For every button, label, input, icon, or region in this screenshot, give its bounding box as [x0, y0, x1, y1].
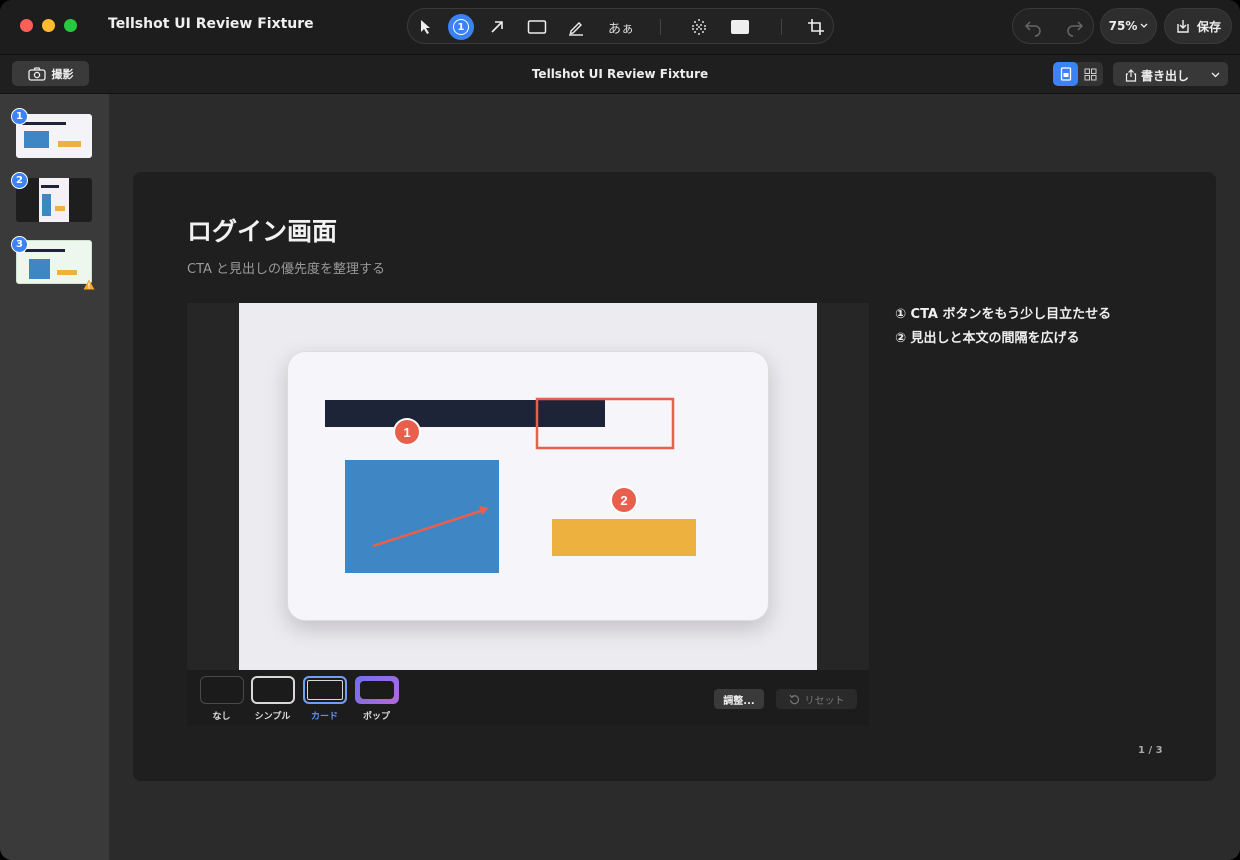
step-marker-label: 1: [403, 425, 410, 440]
pen-tool-button[interactable]: [562, 13, 590, 41]
view-mode-toggle: [1053, 62, 1103, 86]
main-canvas-area: ログイン画面 CTA と見出しの優先度を整理する 1 2 ① CTA ボタンをも…: [109, 94, 1240, 860]
mosaic-tool-button[interactable]: [685, 13, 713, 41]
save-icon: [1177, 20, 1189, 33]
app-title: Tellshot UI Review Fixture: [108, 16, 314, 32]
mosaic-icon: [692, 19, 706, 35]
share-icon: [1125, 69, 1137, 82]
reset-label: リセット: [804, 695, 845, 707]
review-note-2[interactable]: ② 見出しと本文の間隔を広げる: [895, 327, 1111, 351]
page-thumbnail-2[interactable]: [16, 178, 92, 222]
adjust-button[interactable]: 調整...: [714, 689, 764, 709]
export-button[interactable]: 書き出し: [1113, 62, 1228, 86]
zoom-window-button[interactable]: [64, 19, 77, 32]
crop-icon: [808, 19, 824, 35]
crop-tool-button[interactable]: [802, 13, 830, 41]
style-swatch: [303, 676, 347, 704]
thumbnail-badge: 1: [11, 108, 28, 125]
slide-card: ログイン画面 CTA と見出しの優先度を整理する 1 2 ① CTA ボタンをも…: [133, 172, 1216, 781]
chevron-down-icon: [1211, 72, 1220, 78]
page-indicator: 1 / 3: [1138, 745, 1163, 756]
minimize-window-button[interactable]: [42, 19, 55, 32]
screenshot-preview-frame: 1 2: [187, 303, 869, 670]
numbered-step-icon: 1: [448, 14, 474, 40]
save-button[interactable]: 保存: [1164, 8, 1232, 44]
save-label: 保存: [1196, 19, 1221, 34]
thumbnail-badge: 2: [11, 172, 28, 189]
reset-icon: [789, 694, 799, 704]
grid-view-button[interactable]: [1078, 62, 1103, 86]
frame-style-none[interactable]: なし: [199, 676, 244, 722]
single-view-button[interactable]: [1053, 62, 1078, 86]
document-toolbar: 撮影 Tellshot UI Review Fixture 書き出し: [0, 54, 1240, 94]
arrow-icon: [491, 21, 503, 33]
rectangle-tool-button[interactable]: [523, 13, 551, 41]
zoom-level: 75%: [1108, 19, 1138, 33]
rectangle-icon: [527, 20, 547, 34]
frame-style-simple[interactable]: シンプル: [250, 676, 295, 722]
frame-style-card[interactable]: カード: [302, 676, 347, 722]
pen-icon: [569, 22, 583, 36]
single-page-icon: [1060, 67, 1071, 81]
annotation-layer: 1 2: [325, 397, 696, 573]
review-notes: ① CTA ボタンをもう少し目立たせる ② 見出しと本文の間隔を広げる: [895, 303, 1111, 351]
undo-redo-group: [1012, 8, 1094, 44]
style-label: ポップ: [362, 712, 390, 722]
thumbnail-preview: [39, 178, 69, 222]
text-tool-label: あぁ: [607, 21, 634, 37]
text-tool-button[interactable]: あぁ: [604, 13, 638, 41]
frame-style-bar: なし シンプル カード ポップ 調整... リセット: [187, 670, 869, 726]
zoom-menu-button[interactable]: 75%: [1100, 8, 1157, 44]
toolbar-divider: [660, 19, 661, 35]
undo-button[interactable]: [1023, 17, 1043, 37]
redo-button[interactable]: [1065, 17, 1085, 37]
mock-cta-block: [552, 519, 696, 556]
export-label: 書き出し: [1141, 69, 1190, 83]
style-swatch: [355, 676, 399, 704]
chevron-down-icon: [1140, 23, 1148, 28]
mock-heading-bar: [325, 400, 605, 427]
close-window-button[interactable]: [20, 19, 33, 32]
style-swatch: [251, 676, 295, 704]
frame-style-pop[interactable]: ポップ: [354, 676, 399, 722]
select-tool-button[interactable]: [412, 13, 440, 41]
screenshot-canvas[interactable]: 1 2: [239, 303, 817, 670]
page-thumbnail-1[interactable]: [16, 114, 92, 158]
step-marker-1[interactable]: 1: [393, 418, 421, 446]
title-bar: Tellshot UI Review Fixture 1 あぁ 75% 保存: [0, 0, 1240, 54]
thumbnail-preview: [22, 122, 81, 148]
reset-button[interactable]: リセット: [776, 689, 857, 709]
mask-rect-icon: [731, 20, 749, 34]
redo-icon: [1067, 21, 1084, 37]
slide-subtitle[interactable]: CTA と見出しの優先度を整理する: [187, 258, 385, 277]
step-marker-label: 2: [620, 493, 627, 508]
undo-icon: [1024, 21, 1041, 37]
style-swatch: [200, 676, 244, 704]
app-window: Tellshot UI Review Fixture 1 あぁ 75% 保存 撮…: [0, 0, 1240, 860]
mask-tool-button[interactable]: [726, 13, 754, 41]
grid-icon: [1084, 68, 1097, 80]
arrow-tool-button[interactable]: [483, 13, 511, 41]
thumbnail-preview: [25, 249, 77, 279]
page-thumbnail-sidebar: 1 2 3: [0, 94, 109, 860]
step-marker-2[interactable]: 2: [610, 486, 638, 514]
review-note-1[interactable]: ① CTA ボタンをもう少し目立たせる: [895, 303, 1111, 327]
step-tool-button[interactable]: 1: [447, 13, 475, 41]
warning-icon: [83, 279, 95, 290]
annotation-toolbar: 1 あぁ: [407, 8, 834, 44]
toolbar-divider: [781, 19, 782, 35]
mock-image-block: [345, 460, 499, 573]
thumbnail-badge: 3: [11, 236, 28, 253]
slide-title[interactable]: ログイン画面: [187, 212, 337, 248]
cursor-arrow-icon: [421, 20, 430, 34]
